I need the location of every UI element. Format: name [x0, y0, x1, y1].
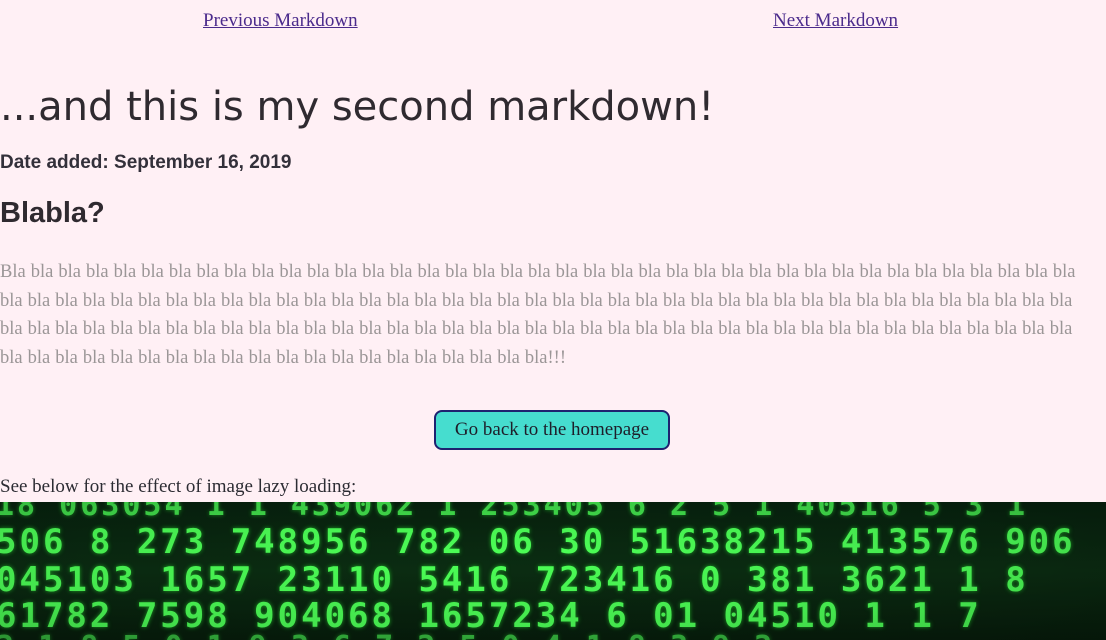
previous-markdown-link[interactable]: Previous Markdown — [203, 10, 358, 32]
date-added: Date added: September 16, 2019 — [0, 152, 292, 173]
next-markdown-link[interactable]: Next Markdown — [773, 10, 898, 32]
image-digit-row: 045103 1657 23110 5416 723416 0 381 3621… — [0, 560, 1029, 600]
section-heading: Blabla? — [0, 197, 105, 229]
page-title: ...and this is my second markdown! — [0, 84, 715, 130]
image-digit-row: 506 8 273 748956 782 06 30 51638215 4135… — [0, 522, 1076, 562]
markdown-navigation: Previous Markdown Next Markdown — [0, 10, 1106, 34]
image-digit-row: 18 063054 1 1 439062 1 253405 6 2 5 1 40… — [0, 502, 1029, 523]
image-digit-row: 2 1 8 5 0 1 9 3 6 7 2 5 0 4 1 8 3 9 2 — [0, 630, 775, 640]
lazy-loading-note: See below for the effect of image lazy l… — [0, 476, 357, 497]
homepage-button[interactable]: Go back to the homepage — [434, 410, 670, 450]
matrix-code-image: 18 063054 1 1 439062 1 253405 6 2 5 1 40… — [0, 502, 1106, 640]
post-body: Bla bla bla bla bla bla bla bla bla bla … — [0, 262, 1076, 369]
